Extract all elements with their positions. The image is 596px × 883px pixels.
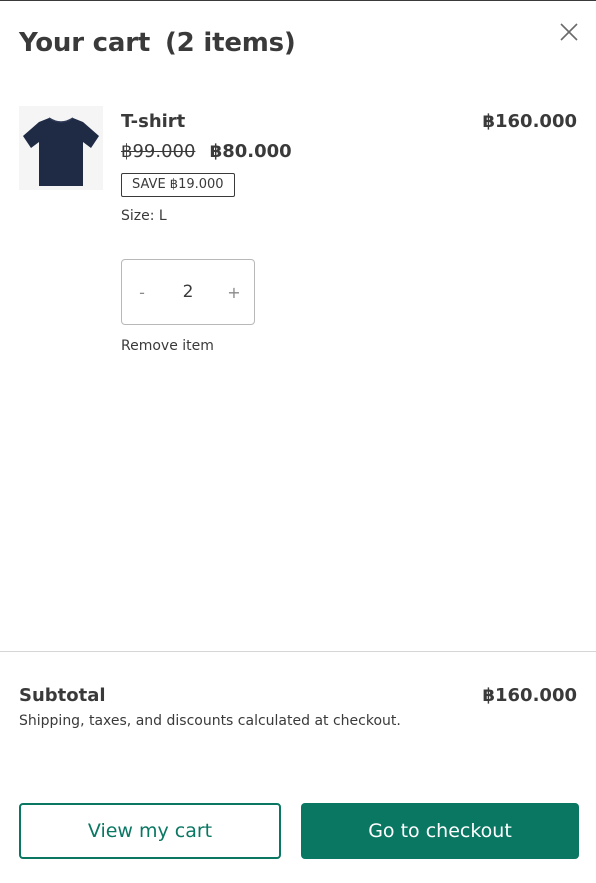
item-variant: Size: L [121,208,167,224]
checkout-note: Shipping, taxes, and discounts calculate… [19,713,401,729]
item-name[interactable]: T-shirt [121,111,185,132]
cart-item-count: (2 items) [164,28,296,58]
item-line-total: ฿160.000 [482,111,577,132]
cart-title: Your cart (2 items) [19,28,296,58]
subtotal-value: ฿160.000 [482,685,577,706]
close-icon[interactable] [557,20,581,44]
item-prices: ฿99.000 ฿80.000 [121,141,292,162]
sale-price: ฿80.000 [209,141,292,162]
tshirt-image[interactable] [19,106,103,190]
quantity-stepper: - 2 + [121,259,255,325]
top-border [0,0,596,1]
quantity-input[interactable]: 2 [168,282,208,302]
checkout-button[interactable]: Go to checkout [301,803,579,859]
footer-divider [0,651,596,652]
increase-quantity-button[interactable]: + [224,283,244,302]
view-cart-button[interactable]: View my cart [19,803,281,859]
save-badge: SAVE ฿19.000 [121,173,235,197]
subtotal-label: Subtotal [19,685,106,706]
cart-title-text: Your cart [19,28,151,58]
remove-item-link[interactable]: Remove item [121,338,214,354]
original-price: ฿99.000 [121,141,196,162]
decrease-quantity-button[interactable]: - [132,283,152,302]
